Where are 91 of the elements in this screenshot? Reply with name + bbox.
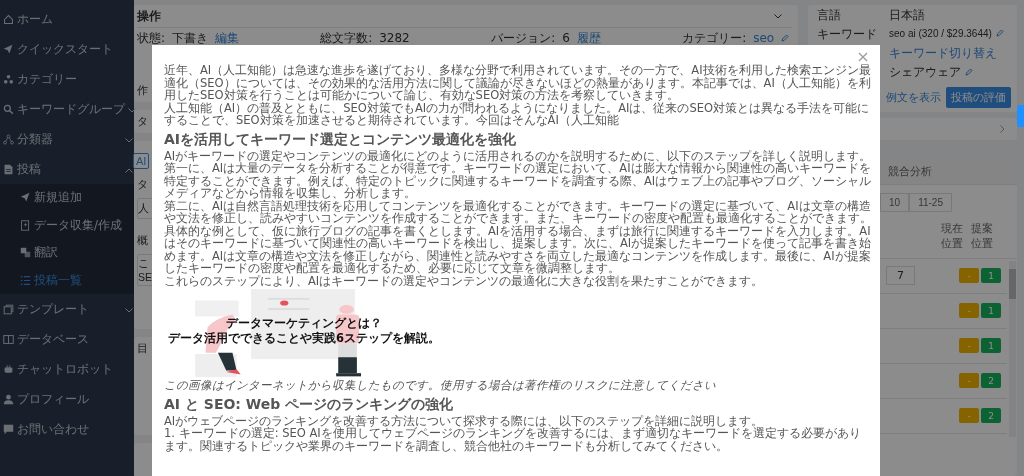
char-count: 3282 [379, 31, 410, 45]
sidebar-item[interactable]: クイックスタート [0, 34, 134, 64]
chevron-icon [125, 308, 133, 313]
count-cell: 7 [886, 266, 915, 286]
field-label: 概 [137, 233, 148, 248]
menu-icon [20, 192, 31, 204]
paragraph: これらのステップにより、AIはキーワードの選定やコンテンツの最適化に大きな役割を果たすことができます。 [164, 274, 765, 287]
field-label: バージョン: [491, 31, 556, 45]
rank-badge: 1 [981, 268, 1001, 284]
card-title: 目 [137, 342, 148, 355]
menu-icon [3, 13, 14, 25]
menu-icon [3, 103, 14, 115]
version-number: 6 [562, 31, 570, 45]
chevron-icon [774, 14, 782, 19]
sidebar-item[interactable]: 分類器 [0, 124, 134, 154]
paragraph: AIがキーワードの選定やコンテンツの最適化にどのように活用されるのかを説明するために、以下のステップを詳しく説明します。 [164, 149, 872, 162]
tab[interactable]: 競合分析 [888, 163, 932, 179]
paragraph: AIがウェブページのランキングを改善する方法について探求する際には、以下のステップを詳細に説明します。 [164, 414, 764, 427]
rank-badge: 1 [981, 303, 1001, 319]
status-value: 下書き [171, 31, 208, 45]
paragraph: 人工知能（AI）の普及とともに、SEO対策でもAIの力が問われるようになりました。AIは、従来のSEO対策とは異なる手法を可能にすることで、SEO対策を加速させると期待されています。今回はそんなAI（人工知能 [164, 101, 870, 127]
card-title: 操作 [137, 8, 161, 25]
image-title: データマーケティングとは？ [225, 316, 383, 331]
edit-icon[interactable] [781, 34, 789, 42]
rank-badge: - [959, 303, 979, 319]
menu-icon [3, 43, 14, 55]
edit-link[interactable]: 編集 [214, 31, 239, 45]
editor-tab[interactable]: AI [133, 153, 150, 169]
close-icon[interactable] [858, 52, 868, 62]
rank-badge: - [959, 338, 979, 354]
category-link[interactable]: seo [753, 31, 775, 45]
column-header: 現在位置 [940, 222, 964, 252]
field-label: 総文字数: [320, 31, 373, 45]
page-button[interactable]: 10 [880, 193, 910, 212]
paragraph: 1. キーワードの選定: SEO AIを使用してウェブページのランキングを改善するには、まず適切なキーワードを選定する必要があります。関連するトピックや業界のキーワードを調査し、競合他社のキーワードも分析してみてください。 [164, 427, 862, 452]
chevron-icon [125, 168, 133, 173]
field-label: タ [137, 177, 148, 192]
sidebar-item[interactable]: カテゴリー [0, 64, 134, 94]
sidebar-item[interactable]: プロフィール [0, 384, 134, 414]
menu-icon [3, 393, 14, 405]
menu-icon [3, 423, 14, 435]
image-title: データ活用でできることや実践6ステップを解説。 [167, 331, 441, 346]
info-value: seo ai (320 / $29.3644) [889, 28, 992, 39]
sidebar-item[interactable]: ホーム [0, 4, 134, 34]
paragraph: 具体的な例として、仮に旅行ブログの記事を書くとします。AIを活用する場合、まずは旅行に関連するキーワードを入力します。AIはそのキーワードに基づいて関連性の高いキーワードを検出し、提案します。次に、AIが提案したキーワードを使って記事を書き始めます。AIは文章の構造や文法を修正しながら、関連性と読みやすさを両立した最適なコンテンツを作成します。最後に、AIが提案したキーワードの密度や配置を最適化するため、必要に応じて文章を微調整します。 [164, 224, 872, 275]
menu-icon [20, 247, 31, 259]
sidebar-item[interactable]: お問い合わせ [0, 414, 134, 444]
menu-icon [3, 133, 14, 145]
info-value: 日本語 [889, 8, 925, 22]
chevron-icon [125, 138, 133, 143]
section-heading: AI と SEO: Web ページのランキングの強化 [164, 395, 455, 412]
menu-icon [3, 73, 14, 85]
field-label: カテゴリー: [682, 31, 747, 45]
section-heading: AIを活用してキーワード選定とコンテンツ最適化を強化 [164, 130, 518, 147]
info-label: キーワード [817, 27, 877, 41]
rank-badge: 1 [981, 338, 1001, 354]
sidebar-item[interactable]: テンプレート [0, 294, 134, 324]
rank-badge: - [959, 373, 979, 389]
menu-icon [3, 363, 14, 375]
rank-badge: - [959, 408, 979, 424]
field-label: 状態: [137, 31, 166, 45]
image-caption: この画像はインターネットから収集したものです。使用する場合は著作権のリスクに注意してください [164, 379, 717, 392]
menu-icon [20, 219, 31, 231]
sidebar-item[interactable]: チャットロボット [0, 354, 134, 384]
edit-icon[interactable] [995, 29, 1004, 37]
info-label: 言語 [817, 8, 841, 22]
sidebar-item[interactable]: 投稿 [0, 154, 134, 184]
paragraph: 近年、AI（人工知能）は急速な進歩を遂げており、多様な分野で利用されています。その一方で、AI技術を利用した検索エンジン最適化（SEO）については、その効果的な活用方法に関して議論が尽きないほどの熱量があります。本記事では、AI（人工知能）を利用したSEO対策を行うことは可能かについて論じ、有効なSEO対策の方法を考察していきます。 [164, 64, 872, 102]
rank-badge: - [959, 268, 979, 284]
paragraph: 第一に、AIは大量のデータを分析することが得意です。キーワードの選定において、AIは膨大な情報から関連性の高いキーワードを特定することができます。例えば、特定のトピックに関連するキーワードを調査する際、AIはウェブ上の記事やブログ、ソーシャルメディアなどから情報を収集し、分析します。 [164, 162, 872, 200]
menu-icon [3, 163, 14, 175]
keyword-switch-link[interactable]: キーワード切り替え [889, 45, 1011, 62]
history-link[interactable]: 履歴 [576, 31, 601, 45]
field-label: 作 [137, 83, 148, 98]
page-button[interactable]: 11-25 [909, 193, 952, 212]
menu-icon [3, 303, 14, 315]
scrollbar[interactable] [1009, 260, 1016, 437]
menu-icon [20, 274, 31, 286]
sidebar-item[interactable]: キーワードグループ [0, 94, 134, 124]
column-header: 提案位置 [970, 222, 994, 252]
evaluate-button[interactable]: 投稿の評価 [946, 87, 1011, 108]
menu-icon [3, 333, 14, 345]
card-title: タ [137, 115, 148, 128]
rank-badge: 2 [981, 408, 1001, 424]
paragraph: 第二に、AIは自然言語処理技術を応用してコンテンツを最適化することができます。キーワードの選定に基づいて、AIは文章の構造や文法を修正し、読みやすいコンテンツを作成することができます。また、キーワードの密度や配置も最適化することができます。 [164, 199, 872, 225]
edit-icon[interactable] [964, 68, 973, 76]
info-value: シェアウェア [889, 65, 961, 79]
sidebar-item[interactable]: データベース [0, 324, 134, 354]
example-link[interactable]: 例文を表示 [886, 90, 941, 105]
chevron-right-icon[interactable] [1000, 125, 1005, 133]
rank-badge: 2 [981, 373, 1001, 389]
